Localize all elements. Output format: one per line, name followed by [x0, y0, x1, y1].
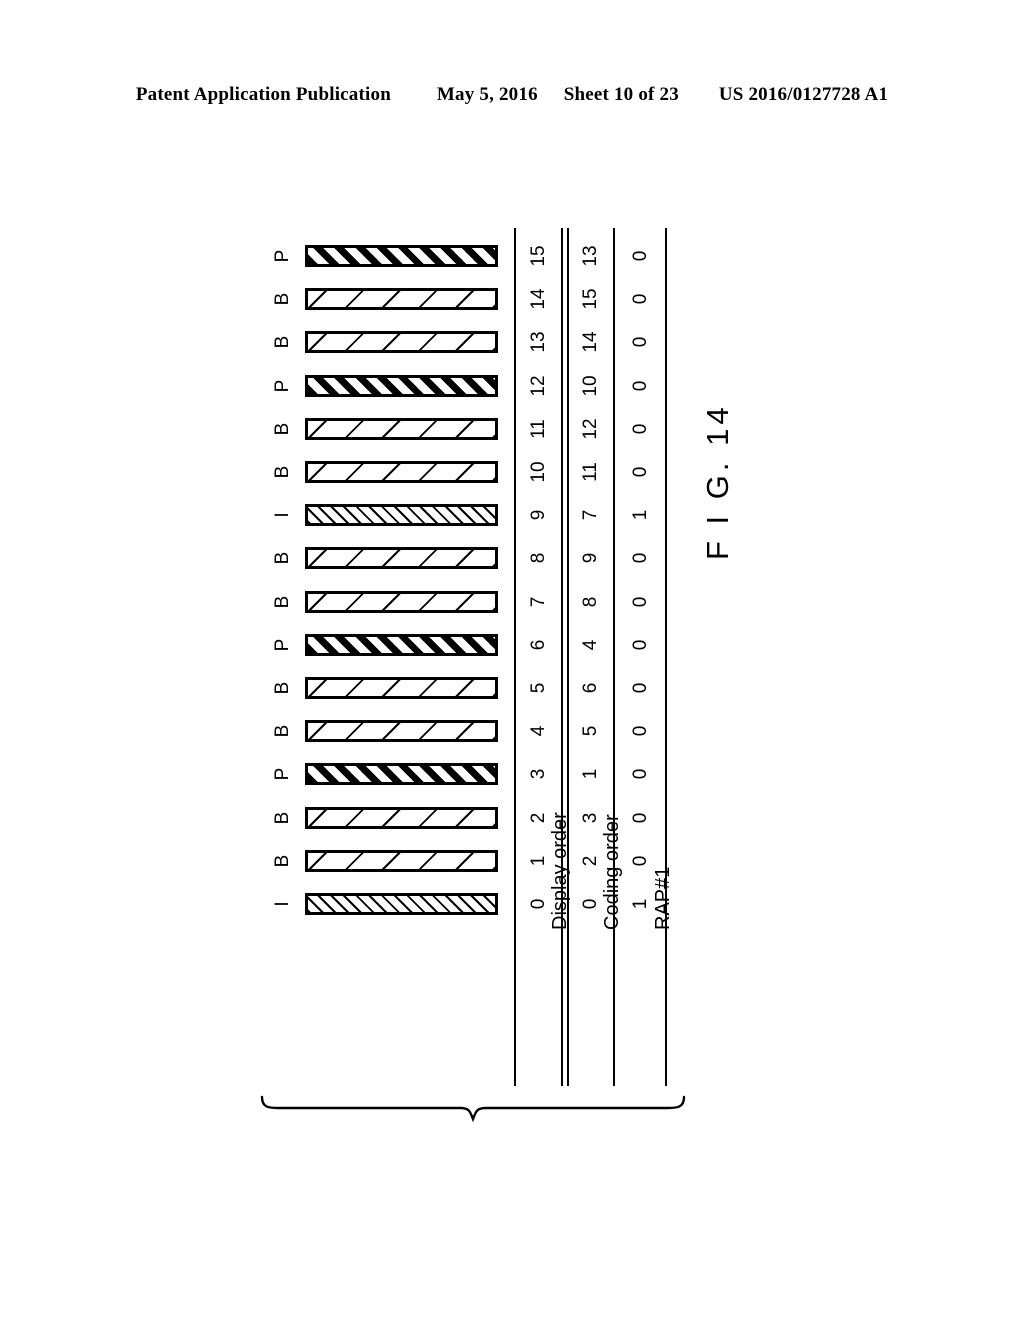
frame-row: B: [270, 803, 510, 833]
frame-type-label: P: [272, 379, 293, 392]
frame-type-label: B: [272, 422, 293, 436]
frame-bar-b: [305, 806, 498, 829]
frame-row: B: [270, 457, 510, 487]
display-order-value: 12: [528, 375, 549, 397]
display-order-value: 8: [528, 553, 549, 564]
frame-bar-p: [305, 633, 498, 656]
coding-order-value: 15: [580, 288, 601, 310]
frame-type-label: P: [272, 638, 293, 652]
frame-row: P: [270, 241, 510, 271]
rap-value: 0: [630, 639, 651, 651]
frame-bar-b: [305, 720, 498, 743]
rap-value: 0: [630, 725, 651, 737]
display-order-value: 9: [528, 509, 549, 521]
row-label-display-order: Display order: [549, 812, 571, 930]
frame-type-label: I: [272, 512, 293, 518]
rap-value: 0: [630, 380, 651, 391]
frame-type-label: B: [272, 854, 293, 868]
coding-order-value: 5: [580, 725, 601, 737]
display-order-value: 15: [528, 245, 549, 267]
frame-row: I: [270, 889, 510, 919]
coding-order-value: 8: [580, 596, 601, 607]
frame-bar-b: [305, 417, 498, 440]
frame-row: B: [270, 673, 510, 703]
frame-type-label: B: [272, 465, 293, 479]
frame-type-label: B: [272, 552, 293, 565]
coding-order-value: 13: [580, 245, 601, 267]
rap-value: 0: [630, 466, 651, 478]
frame-type-label: P: [272, 249, 293, 263]
table-separator-line-2a: [561, 228, 563, 1086]
frame-row: B: [270, 846, 510, 876]
rap-value: 1: [630, 509, 651, 521]
display-order-value: 10: [528, 461, 549, 483]
frame-row: B: [270, 327, 510, 357]
coding-order-value: 9: [580, 553, 601, 564]
figure-14: PBBPBBIBBPBBPBBI 15 13 0 14 15 0 13 14 0 12 10 0 11 1…: [0, 0, 1024, 1320]
rap-value: 0: [630, 293, 651, 305]
rap-value: 0: [630, 250, 651, 262]
group-brace: [258, 1095, 688, 1135]
frame-bar-p: [305, 763, 498, 786]
display-order-value: 6: [528, 639, 549, 651]
frame-row: I: [270, 500, 510, 530]
coding-order-value: 4: [580, 639, 601, 651]
frame-bar-p: [305, 374, 498, 397]
row-label-coding-order: Coding order: [601, 814, 623, 930]
rap-value: 0: [630, 337, 651, 348]
frame-row: B: [270, 543, 510, 573]
coding-order-value: 6: [580, 682, 601, 694]
frame-type-label: B: [272, 724, 293, 738]
table-separator-line-4: [665, 228, 667, 1086]
coding-order-value: 12: [580, 418, 601, 440]
frame-row: B: [270, 284, 510, 314]
frame-type-label: B: [272, 336, 293, 349]
frame-type-label: I: [272, 901, 293, 907]
figure-caption: F I G. 14: [700, 403, 735, 560]
coding-order-value: 10: [580, 375, 601, 397]
display-order-value: 11: [528, 418, 549, 439]
frame-type-label: B: [272, 595, 293, 608]
frame-type-label: B: [272, 292, 293, 306]
frame-bar-b: [305, 849, 498, 872]
frame-bar-p: [305, 245, 498, 267]
frame-type-label: B: [272, 681, 293, 695]
frame-bar-b: [305, 331, 498, 354]
rap-value: 0: [630, 553, 651, 564]
coding-order-value: 7: [580, 509, 601, 521]
rap-value: 0: [630, 596, 651, 607]
row-label-rap: RAP#1: [652, 866, 674, 930]
frame-type-label: B: [272, 811, 293, 824]
rap-value: 0: [630, 682, 651, 694]
frame-row: B: [270, 414, 510, 444]
frame-bar-i: [305, 504, 498, 527]
frame-bar-b: [305, 288, 498, 311]
frame-bar-b: [305, 461, 498, 483]
table-separator-line-3: [613, 228, 615, 1086]
display-order-value: 4: [528, 725, 549, 737]
table-separator-line-2b: [567, 228, 569, 1086]
frame-bar-i: [305, 893, 498, 915]
frame-bar-b: [305, 547, 498, 570]
frame-type-label: P: [272, 768, 293, 781]
display-order-value: 14: [528, 288, 549, 310]
coding-order-value: 14: [580, 331, 601, 353]
rap-value: 0: [630, 423, 651, 435]
display-order-value: 13: [528, 331, 549, 353]
frame-row: B: [270, 716, 510, 746]
frame-row: B: [270, 587, 510, 617]
frame-bar-b: [305, 590, 498, 613]
display-order-value: 7: [528, 596, 549, 607]
frame-row: P: [270, 759, 510, 789]
coding-order-value: 11: [580, 462, 601, 482]
table-separator-line-1: [514, 228, 516, 1086]
frame-bar-b: [305, 677, 498, 699]
display-order-value: 5: [528, 682, 549, 694]
frame-row: P: [270, 630, 510, 660]
frame-row: P: [270, 371, 510, 401]
